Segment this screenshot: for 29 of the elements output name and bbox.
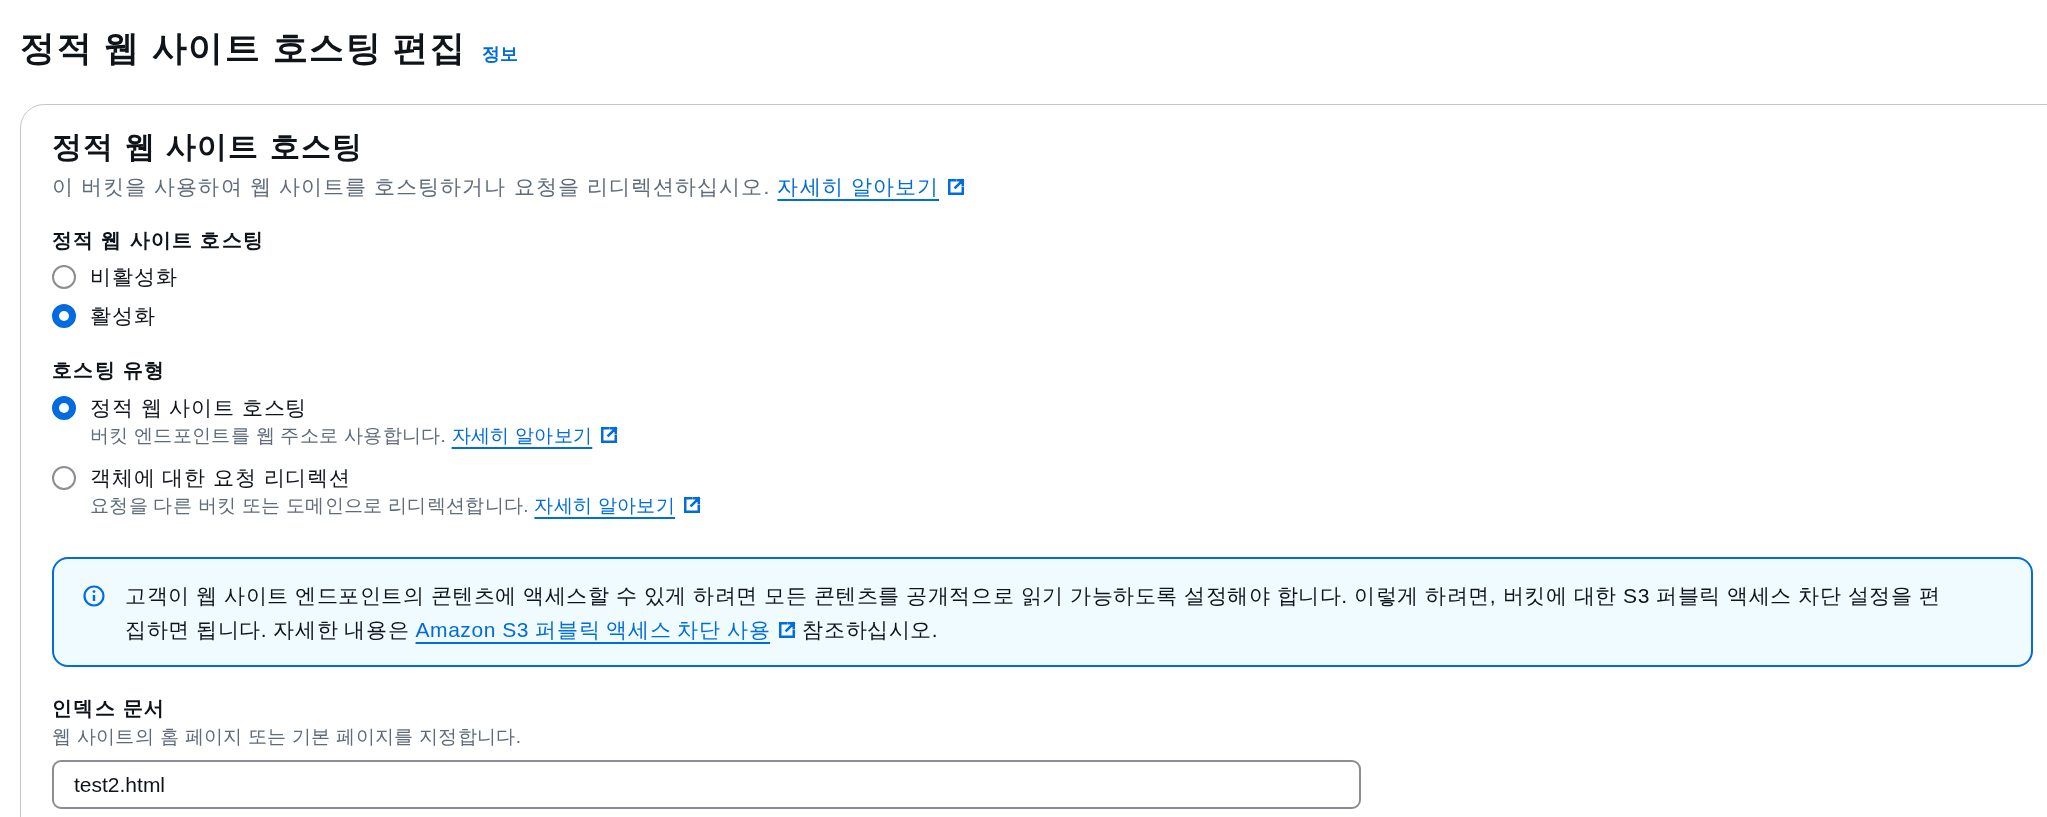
field-description: 웹 사이트의 홈 페이지 또는 기본 페이지를 지정합니다. bbox=[52, 725, 522, 749]
field-label: 인덱스 문서 bbox=[52, 696, 166, 721]
learn-more-link[interactable]: 자세히 알아보기 bbox=[451, 425, 619, 446]
section-description: 이 버킷을 사용하여 웹 사이트를 호스팅하거나 요청을 리디렉션하십시오. 자세히 알아보기 bbox=[52, 174, 966, 200]
learn-more-link[interactable]: 자세히 알아보기 bbox=[534, 495, 702, 516]
radio-label[interactable]: 객체에 대한 요청 리디렉션 bbox=[90, 464, 352, 492]
info-icon bbox=[83, 585, 105, 607]
radio-label[interactable]: 활성화 bbox=[90, 302, 156, 330]
field-label: 정적 웹 사이트 호스팅 bbox=[52, 228, 265, 253]
external-link-icon bbox=[683, 496, 702, 514]
section-title: 정적 웹 사이트 호스팅 bbox=[52, 129, 364, 165]
block-public-access-link[interactable]: Amazon S3 퍼블릭 액세스 차단 사용 bbox=[415, 618, 797, 641]
field-label: 호스팅 유형 bbox=[52, 358, 166, 383]
page-title: 정적 웹 사이트 호스팅 편집 bbox=[20, 27, 467, 69]
radio-button[interactable] bbox=[52, 304, 76, 328]
external-link-icon bbox=[947, 178, 966, 196]
radio-button[interactable] bbox=[52, 466, 76, 490]
external-link-icon bbox=[778, 621, 797, 639]
radio-button[interactable] bbox=[52, 396, 76, 420]
option-description: 버킷 엔드포인트를 웹 주소로 사용합니다. 자세히 알아보기 bbox=[90, 424, 702, 448]
learn-more-link[interactable]: 자세히 알아보기 bbox=[777, 175, 966, 198]
alert-message: 고객이 웹 사이트 엔드포인트의 콘텐츠에 액세스할 수 있게 하려면 모든 콘텐츠를 공개적으로 읽기 가능하도록 설정해야 합니다. 이렇게 하려면, 버킷에 대한 S3 퍼블릭 액세스 차단 설정을 편집하면 됩니다. 자세한 내용은 Amazon S3 퍼블릭 액세스 차단 사용 참조하십시오. bbox=[125, 583, 1942, 643]
radio-label[interactable]: 정적 웹 사이트 호스팅 bbox=[90, 394, 308, 422]
index-document-input[interactable]: test2.html bbox=[52, 760, 1361, 809]
radio-label[interactable]: 비활성화 bbox=[90, 263, 178, 291]
external-link-icon bbox=[600, 426, 619, 444]
info-link[interactable]: 정보 bbox=[482, 42, 519, 66]
radio-button[interactable] bbox=[52, 265, 76, 289]
option-description: 요청을 다른 버킷 또는 도메인으로 리디렉션합니다. 자세히 알아보기 bbox=[90, 494, 702, 518]
